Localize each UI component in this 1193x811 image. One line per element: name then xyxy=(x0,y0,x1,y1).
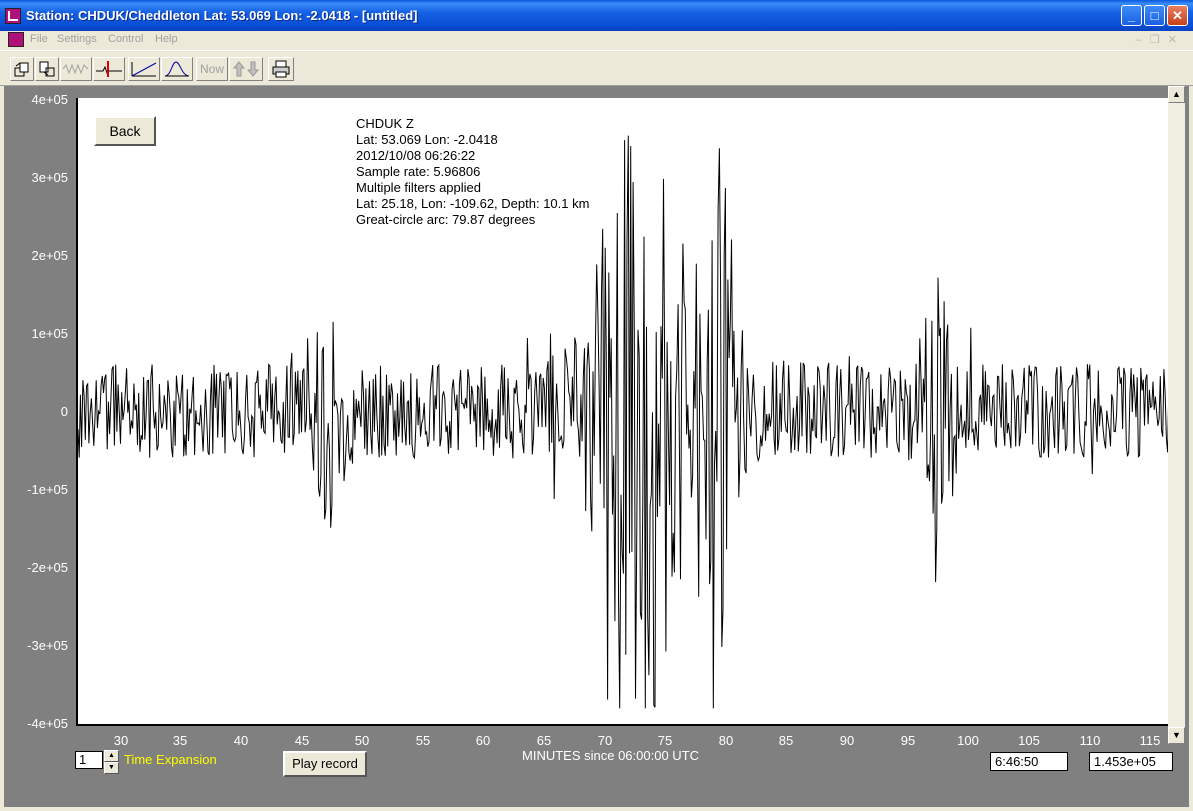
y-tick-label: 4e+05 xyxy=(31,92,68,107)
info-line: Lat: 53.069 Lon: -2.0418 xyxy=(356,132,498,147)
info-line: Multiple filters applied xyxy=(356,180,482,195)
spin-up-icon[interactable]: ▲ xyxy=(104,750,119,762)
minimize-button[interactable]: _ xyxy=(1121,5,1142,26)
x-tick-label: 60 xyxy=(475,733,491,748)
mdi-window-buttons[interactable]: –❐✕ xyxy=(1136,33,1185,46)
title-bar: Station: CHDUK/Cheddleton Lat: 53.069 Lo… xyxy=(0,0,1193,31)
maximize-button[interactable]: □ xyxy=(1144,5,1165,26)
x-tick-label: 90 xyxy=(839,733,855,748)
menu-help[interactable]: Help xyxy=(155,33,178,45)
y-tick-label: -1e+05 xyxy=(27,482,68,497)
up-down-arrows-icon xyxy=(232,61,260,77)
y-tick-label: -3e+05 xyxy=(27,638,68,653)
y-tick-label: 2e+05 xyxy=(31,248,68,263)
info-line: Lat: 25.18, Lon: -109.62, Depth: 10.1 km xyxy=(356,196,590,211)
y-tick-label: 1e+05 xyxy=(31,326,68,341)
close-button[interactable]: ✕ xyxy=(1167,5,1188,26)
app-icon[interactable] xyxy=(5,8,21,24)
pick-marker-icon xyxy=(96,61,122,77)
x-tick-label: 70 xyxy=(597,733,613,748)
y-tick-label: -4e+05 xyxy=(27,716,68,731)
trace-line xyxy=(78,135,1170,709)
info-line: Sample rate: 5.96806 xyxy=(356,164,481,179)
spectrum-icon xyxy=(131,62,157,77)
up-down-button[interactable] xyxy=(229,57,263,81)
x-tick-label: 75 xyxy=(657,733,673,748)
x-tick-label: 80 xyxy=(718,733,734,748)
now-button[interactable]: Now xyxy=(196,57,228,81)
y-tick-label: 3e+05 xyxy=(31,170,68,185)
print-button[interactable] xyxy=(268,57,294,81)
spectrum-button[interactable] xyxy=(128,57,160,81)
y-tick-label: -2e+05 xyxy=(27,560,68,575)
spin-down-icon[interactable]: ▼ xyxy=(104,762,119,774)
scroll-up-icon[interactable]: ▲ xyxy=(1168,86,1185,103)
open-file-button[interactable] xyxy=(10,57,34,81)
x-tick-label: 65 xyxy=(536,733,552,748)
x-tick-label: 50 xyxy=(354,733,370,748)
x-tick-label: 105 xyxy=(1018,733,1040,748)
seismogram-panel: 4e+05 3e+05 2e+05 1e+05 0 -1e+05 -2e+05 … xyxy=(4,86,1189,807)
save-file-icon xyxy=(39,61,55,77)
filter-curve-icon xyxy=(164,61,190,77)
time-expansion-input[interactable]: 1 xyxy=(75,751,103,769)
x-tick-label: 55 xyxy=(415,733,431,748)
waveform-button[interactable] xyxy=(60,57,92,81)
window-title: Station: CHDUK/Cheddleton Lat: 53.069 Lo… xyxy=(26,8,418,23)
x-tick-label: 35 xyxy=(172,733,188,748)
back-button[interactable]: Back xyxy=(94,116,156,146)
x-tick-label: 45 xyxy=(294,733,310,748)
time-readout: 6:46:50 xyxy=(990,752,1068,771)
menu-bar: File Settings Control Help –❐✕ xyxy=(0,31,1193,49)
save-file-button[interactable] xyxy=(35,57,59,81)
seismogram-trace xyxy=(78,135,1170,709)
info-line: Great-circle arc: 79.87 degrees xyxy=(356,212,536,227)
x-tick-label: 95 xyxy=(900,733,916,748)
amplitude-readout: 1.453e+05 xyxy=(1089,752,1173,771)
trace-info: CHDUK Z Lat: 53.069 Lon: -2.0418 2012/10… xyxy=(356,116,589,228)
info-line: 2012/10/08 06:26:22 xyxy=(356,148,476,163)
x-tick-label: 115 xyxy=(1139,733,1161,748)
time-expansion-label: Time Expansion xyxy=(124,752,217,767)
x-tick-label: 85 xyxy=(778,733,794,748)
x-tick-label: 110 xyxy=(1079,733,1101,748)
x-tick-label: 100 xyxy=(957,733,979,748)
pick-marker-button[interactable] xyxy=(93,57,125,81)
toolbar: Now xyxy=(0,50,1193,86)
y-tick-label: 0 xyxy=(60,404,68,419)
vertical-scrollbar[interactable]: ▲ ▼ xyxy=(1168,86,1185,744)
x-axis-label: MINUTES since 06:00:00 UTC xyxy=(522,748,700,763)
play-record-button[interactable]: Play record xyxy=(283,751,367,777)
waveform-icon xyxy=(62,63,89,75)
info-line: CHDUK Z xyxy=(356,116,414,131)
x-tick-label: 40 xyxy=(233,733,249,748)
filter-button[interactable] xyxy=(161,57,193,81)
x-tick-label: 30 xyxy=(113,733,129,748)
open-file-icon xyxy=(14,62,29,77)
menu-control[interactable]: Control xyxy=(108,33,143,45)
printer-icon xyxy=(272,60,290,78)
document-icon[interactable] xyxy=(8,32,24,47)
plot-area[interactable]: Back CHDUK Z Lat: 53.069 Lon: -2.0418 20… xyxy=(76,98,1170,726)
menu-settings[interactable]: Settings xyxy=(57,33,97,45)
menu-file[interactable]: File xyxy=(30,33,48,45)
scroll-down-icon[interactable]: ▼ xyxy=(1168,727,1185,744)
